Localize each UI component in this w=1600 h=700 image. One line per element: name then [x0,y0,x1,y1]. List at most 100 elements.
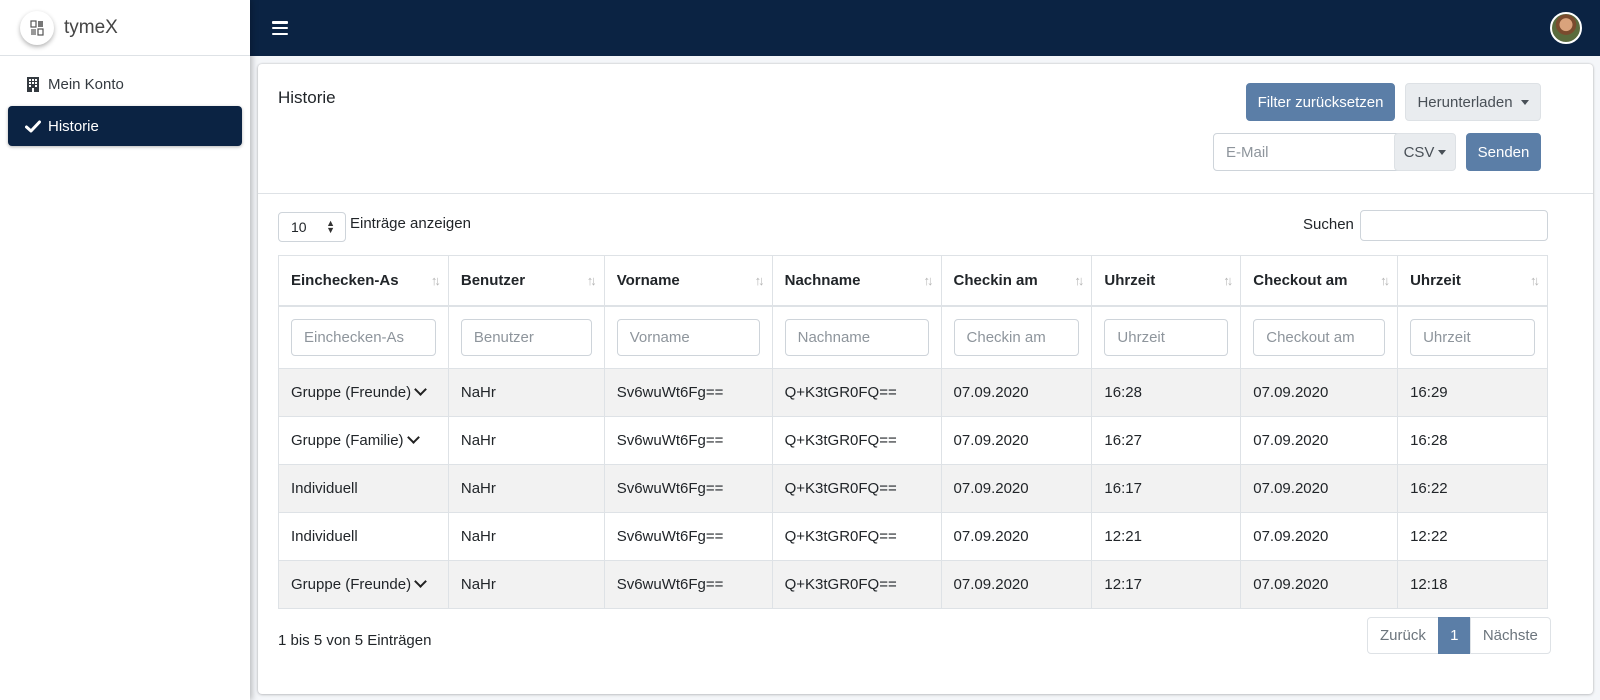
history-table: Einchecken-As ↑↓ Benutzer ↑↓ Vorname ↑↓ Nac… [278,255,1548,609]
sort-icon: ↑↓ [923,273,934,288]
column-header[interactable]: Vorname ↑↓ [603,255,773,307]
pagination-next-button[interactable]: Nächste [1469,617,1551,654]
sidebar-item-label: Mein Konto [48,75,124,93]
format-label: CSV [1403,143,1435,161]
sort-icon: ↑↓ [1223,273,1233,288]
table-cell: Q+K3tGR0FQ== [771,464,942,513]
table-cell: 07.09.2020 [1240,512,1399,561]
table-header-row: Einchecken-As ↑↓ Benutzer ↑↓ Vorname ↑↓ Nac… [278,255,1548,307]
table-row[interactable]: Individuell NaHr Sv6wuWt6Fg== Q+K3tGR0FQ… [278,512,1548,561]
card-header: Historie Filter zurücksetzen Herunterlad… [258,64,1593,194]
table-cell: 16:29 [1397,368,1548,417]
caret-down-icon [1520,99,1529,105]
table-cell: Q+K3tGR0FQ== [771,368,942,417]
user-avatar[interactable] [1550,12,1582,44]
sort-icon: ↑↓ [754,273,765,288]
brand-name: tymeX [64,16,118,38]
table-cell: 07.09.2020 [940,512,1093,561]
column-header[interactable]: Uhrzeit ↑↓ [1397,255,1548,307]
sidebar-nav: Mein Konto Historie [0,56,250,156]
table-cell: Q+K3tGR0FQ== [771,416,942,465]
table-cell: 07.09.2020 [1240,368,1399,417]
column-filter-input[interactable] [784,318,929,356]
pagination: Zurück 1 Nächste [1367,617,1551,654]
building-icon [24,76,42,92]
table-cell: 07.09.2020 [1240,560,1399,609]
column-filter-input[interactable] [460,318,592,356]
brand[interactable]: tymeX [0,0,250,56]
page-length-select[interactable]: 10 ▲ ▼ [278,212,346,242]
table-cell: 07.09.2020 [940,368,1093,417]
table-cell: 16:17 [1091,464,1242,513]
sort-icon: ↑↓ [430,273,441,288]
caret-down-icon [1438,149,1447,155]
page-length-value: 10 [291,219,307,235]
table-cell: Sv6wuWt6Fg== [603,416,773,465]
page-length-label: Einträge anzeigen [350,215,471,232]
table-cell: 07.09.2020 [940,560,1093,609]
page-title: Historie [278,88,336,107]
sort-icon: ↑↓ [1074,273,1084,288]
column-header[interactable]: Checkout am ↑↓ [1240,255,1399,307]
table-cell: NaHr [447,464,605,513]
chevron-down-icon[interactable] [406,431,420,444]
pagination-prev-button[interactable]: Zurück [1367,617,1439,654]
table-cell: 16:27 [1091,416,1242,465]
table-cell: NaHr [447,368,605,417]
table-cell: 07.09.2020 [1240,416,1399,465]
sort-icon: ↑↓ [1530,273,1540,288]
format-dropdown-button[interactable]: CSV [1394,133,1456,171]
table-cell: NaHr [447,512,605,561]
table-cell: Gruppe (Familie) [278,416,449,465]
sort-icon: ↑↓ [586,273,597,288]
sort-icon: ↑↓ [1380,273,1390,288]
column-filter-input[interactable] [1253,318,1386,356]
table-row[interactable]: Gruppe (Familie) NaHr Sv6wuWt6Fg== Q+K3t… [278,416,1548,465]
sidebar-item-mein-konto[interactable]: Mein Konto [8,64,242,104]
table-cell: 16:28 [1397,416,1548,465]
table-cell: Individuell [278,512,449,561]
table-cell: Individuell [278,464,449,513]
column-filter-input[interactable] [953,318,1080,356]
table-row[interactable]: Gruppe (Freunde) NaHr Sv6wuWt6Fg== Q+K3t… [278,560,1548,609]
search-input[interactable] [1360,210,1548,241]
column-filter-input[interactable] [1410,318,1535,356]
table-cell: Sv6wuWt6Fg== [603,512,773,561]
table-cell: NaHr [447,416,605,465]
download-dropdown-button[interactable]: Herunterladen [1405,83,1541,121]
download-label: Herunterladen [1417,93,1513,111]
email-input[interactable] [1213,133,1410,171]
table-row[interactable]: Individuell NaHr Sv6wuWt6Fg== Q+K3tGR0FQ… [278,464,1548,513]
table-row[interactable]: Gruppe (Freunde) NaHr Sv6wuWt6Fg== Q+K3t… [278,368,1548,417]
column-header[interactable]: Einchecken-As ↑↓ [278,255,449,307]
table-cell: 16:28 [1091,368,1242,417]
chevron-down-icon[interactable] [414,383,427,396]
table-cell: 12:17 [1091,560,1242,609]
sidebar-item-historie[interactable]: Historie [8,106,242,146]
table-cell: Q+K3tGR0FQ== [771,512,942,561]
column-filter-input[interactable] [1104,318,1229,356]
hamburger-icon[interactable] [272,21,288,35]
table-cell: Sv6wuWt6Fg== [603,560,773,609]
column-filter-input[interactable] [616,318,760,356]
table-cell: 16:22 [1397,464,1548,513]
history-card: Historie Filter zurücksetzen Herunterlad… [258,64,1593,694]
select-arrows-icon: ▲ ▼ [326,218,335,235]
table-cell: NaHr [447,560,605,609]
logo-mark-icon [30,19,44,36]
column-header[interactable]: Benutzer ↑↓ [447,255,605,307]
send-button[interactable]: Senden [1466,133,1541,171]
top-navbar [250,0,1600,56]
column-header[interactable]: Uhrzeit ↑↓ [1091,255,1242,307]
chevron-down-icon[interactable] [414,575,427,588]
reset-filter-button[interactable]: Filter zurücksetzen [1246,83,1395,121]
table-cell: Gruppe (Freunde) [278,368,449,417]
search-label: Suchen [1303,216,1354,233]
column-header[interactable]: Checkin am ↑↓ [940,255,1093,307]
pagination-page-button[interactable]: 1 [1437,617,1471,654]
table-cell: 12:18 [1397,560,1548,609]
table-cell: Sv6wuWt6Fg== [603,464,773,513]
column-header[interactable]: Nachname ↑↓ [771,255,942,307]
column-filter-input[interactable] [291,318,436,356]
table-cell: 07.09.2020 [940,416,1093,465]
